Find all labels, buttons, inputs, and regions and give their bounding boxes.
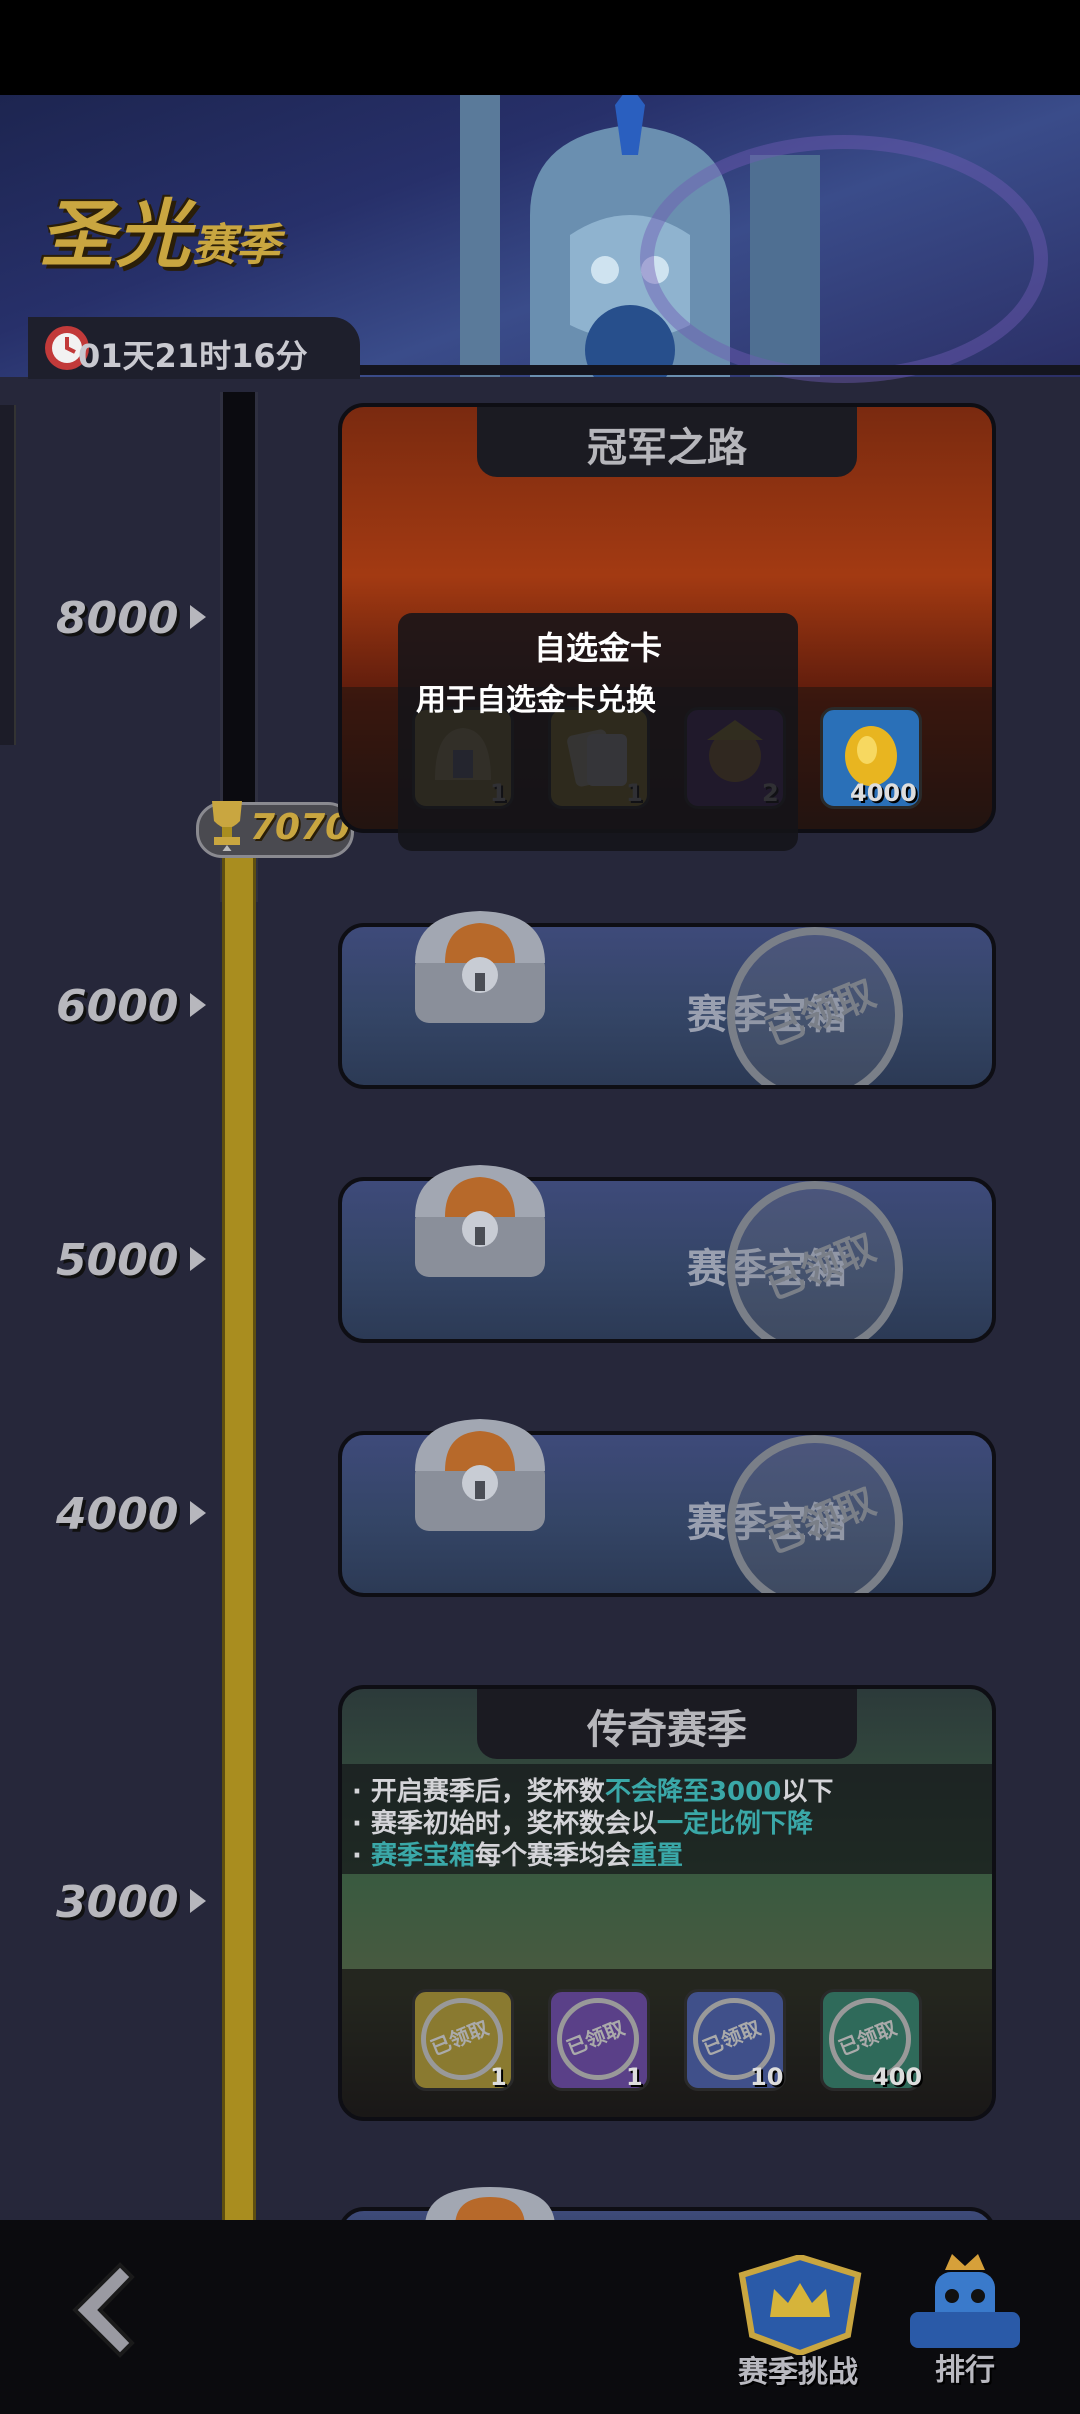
reward-count: 1	[490, 2063, 507, 2091]
magic-swirl	[640, 135, 1048, 383]
ranking-button[interactable]: 排行	[900, 2250, 1030, 2388]
legend-season-card[interactable]: 传奇赛季 · 开启赛季后，奖杯数不会降至3000以下 · 赛季初始时，奖杯数会以…	[338, 1685, 996, 2121]
tooltip-title: 自选金卡	[533, 629, 662, 667]
tick-arrow-icon	[190, 1889, 206, 1913]
banner-divider	[360, 365, 1080, 375]
info-line-3: · 赛季宝箱每个赛季均会重置	[352, 1841, 683, 1871]
chest-icon	[425, 2187, 555, 2220]
status-bar	[0, 0, 1080, 95]
side-drawer-handle[interactable]	[0, 405, 16, 745]
season-challenge-icon	[738, 2253, 862, 2357]
progress-track-filled	[222, 855, 256, 2220]
season-challenge-label: 赛季挑战	[738, 2355, 858, 2390]
tick-4000: 4000	[56, 1489, 179, 1540]
season-title: 圣光赛季	[40, 175, 280, 282]
tick-5000: 5000	[56, 1235, 179, 1286]
ranking-label: 排行	[935, 2353, 995, 2388]
back-button[interactable]	[60, 2255, 150, 2365]
tick-6000: 6000	[56, 981, 179, 1032]
champion-road-title: 冠军之路	[587, 425, 747, 471]
tooltip-description: 用于自选金卡兑换	[416, 683, 656, 718]
season-challenge-button[interactable]: 赛季挑战	[730, 2253, 870, 2390]
reward-count: 1	[626, 2063, 643, 2091]
season-title-sub: 赛季	[192, 220, 280, 271]
current-trophy-value: 7070	[250, 807, 351, 848]
trophy-icon	[212, 801, 242, 851]
chest-icon	[415, 911, 545, 1023]
reward-count: 400	[872, 2063, 923, 2091]
season-title-main: 圣光	[40, 192, 192, 278]
reward-count: 10	[750, 2063, 784, 2091]
tick-8000: 8000	[56, 593, 179, 644]
legend-season-title: 传奇赛季	[587, 1707, 747, 1753]
timer-text: 01天21时16分	[78, 337, 308, 375]
tick-arrow-icon	[190, 605, 206, 629]
tick-3000: 3000	[56, 1877, 179, 1928]
reward-count: 4000	[850, 779, 917, 807]
chest-icon	[415, 1165, 545, 1277]
tick-arrow-icon	[190, 993, 206, 1017]
game-screen: 圣光赛季 01天21时16分 8000 6000 5000 4000 3000 …	[0, 95, 1080, 2220]
tick-arrow-icon	[190, 1247, 206, 1271]
chest-icon	[415, 1419, 545, 1531]
tick-arrow-icon	[190, 1501, 206, 1525]
ranking-icon	[910, 2254, 1020, 2348]
